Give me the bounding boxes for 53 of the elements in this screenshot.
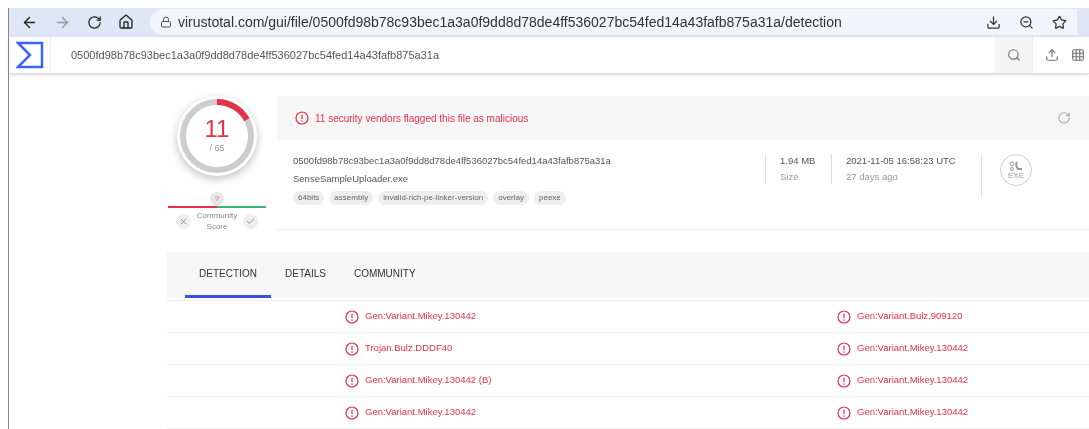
detection-result: Gen:Variant.Bulz.909120 [857,309,963,324]
reload-icon[interactable] [87,14,102,30]
detection-result: Gen:Variant.Mikey.130442 [857,341,969,356]
file-tag[interactable]: overlay [493,191,529,205]
zoom-out-icon[interactable] [1019,14,1034,30]
star-icon[interactable] [1052,14,1067,30]
file-tag[interactable]: assembly [329,191,374,205]
section-tab[interactable]: COMMUNITY [339,252,430,298]
detection-result: Trojan.Bulz.DDDF40 [365,341,453,356]
search-field[interactable]: 0500fd98b78c93bec1a3a0f9dd8d78de4ff536027bc54fed14a43fafb875a31a [51,36,995,73]
logo-icon[interactable] [15,40,44,69]
size-label: Size [780,170,800,185]
alert-icon [837,373,851,388]
apps-icon[interactable] [1071,47,1085,62]
detection-result: Gen:Variant.Mikey.130442 [857,405,969,420]
file-tag[interactable]: invalid-rich-pe-linker-version [378,191,489,205]
alert-icon [837,341,851,356]
file-type-label: EXE [1008,170,1024,180]
detection-result: Gen:Variant.Mikey.130442 [857,373,969,388]
file-hash: 0500fd98b78c93bec1a3a0f9dd8d78de4ff536027bc54fed14a43fafb875a31a [293,154,612,168]
alert-icon [295,111,309,125]
upload-icon[interactable] [1045,47,1059,62]
help-badge[interactable]: ? [210,192,224,206]
install-icon[interactable] [986,14,1001,30]
scan-age: 27 days ago [846,170,899,185]
alert-icon [837,309,851,324]
file-size: 1.94 MB [780,154,817,168]
search-icon[interactable] [1006,47,1021,62]
home-icon[interactable] [118,14,134,31]
alert-icon [345,341,359,356]
alert-icon [837,405,851,420]
close-icon [179,216,188,226]
lock-icon [160,16,172,29]
scan-date: 2021-11-05 16:58:23 UTC [846,154,957,168]
alert-icon [345,309,359,324]
detection-result: Gen:Variant.Mikey.130442 (B) [365,373,492,388]
gears-icon [1009,160,1023,171]
alert-icon [345,405,359,420]
file-tag[interactable]: peexe [534,191,566,205]
detection-count: 11 [204,116,230,143]
detection-result: Gen:Variant.Mikey.130442 [365,405,477,420]
check-icon [246,216,255,226]
address-bar[interactable]: virustotal.com/gui/file/0500fd98b78c93bec1a3a0f9dd8d78de4ff536027bc54fed14a43fafb875a31a/detection [150,9,1077,36]
downvote-button[interactable] [176,213,191,229]
alert-icon [345,373,359,388]
section-tab[interactable]: DETAILS [271,252,340,298]
engine-total: / 65 [209,142,225,156]
section-tab[interactable]: DETECTION [185,252,271,298]
file-name: SenseSampleUploader.exe [293,172,410,186]
alert-message: 11 security vendors flagged this file as malicious [315,111,530,126]
community-score-label: Community Score [195,210,239,232]
detection-result: Gen:Variant.Mikey.130442 [365,309,477,324]
file-tag[interactable]: 64bits [293,191,325,205]
